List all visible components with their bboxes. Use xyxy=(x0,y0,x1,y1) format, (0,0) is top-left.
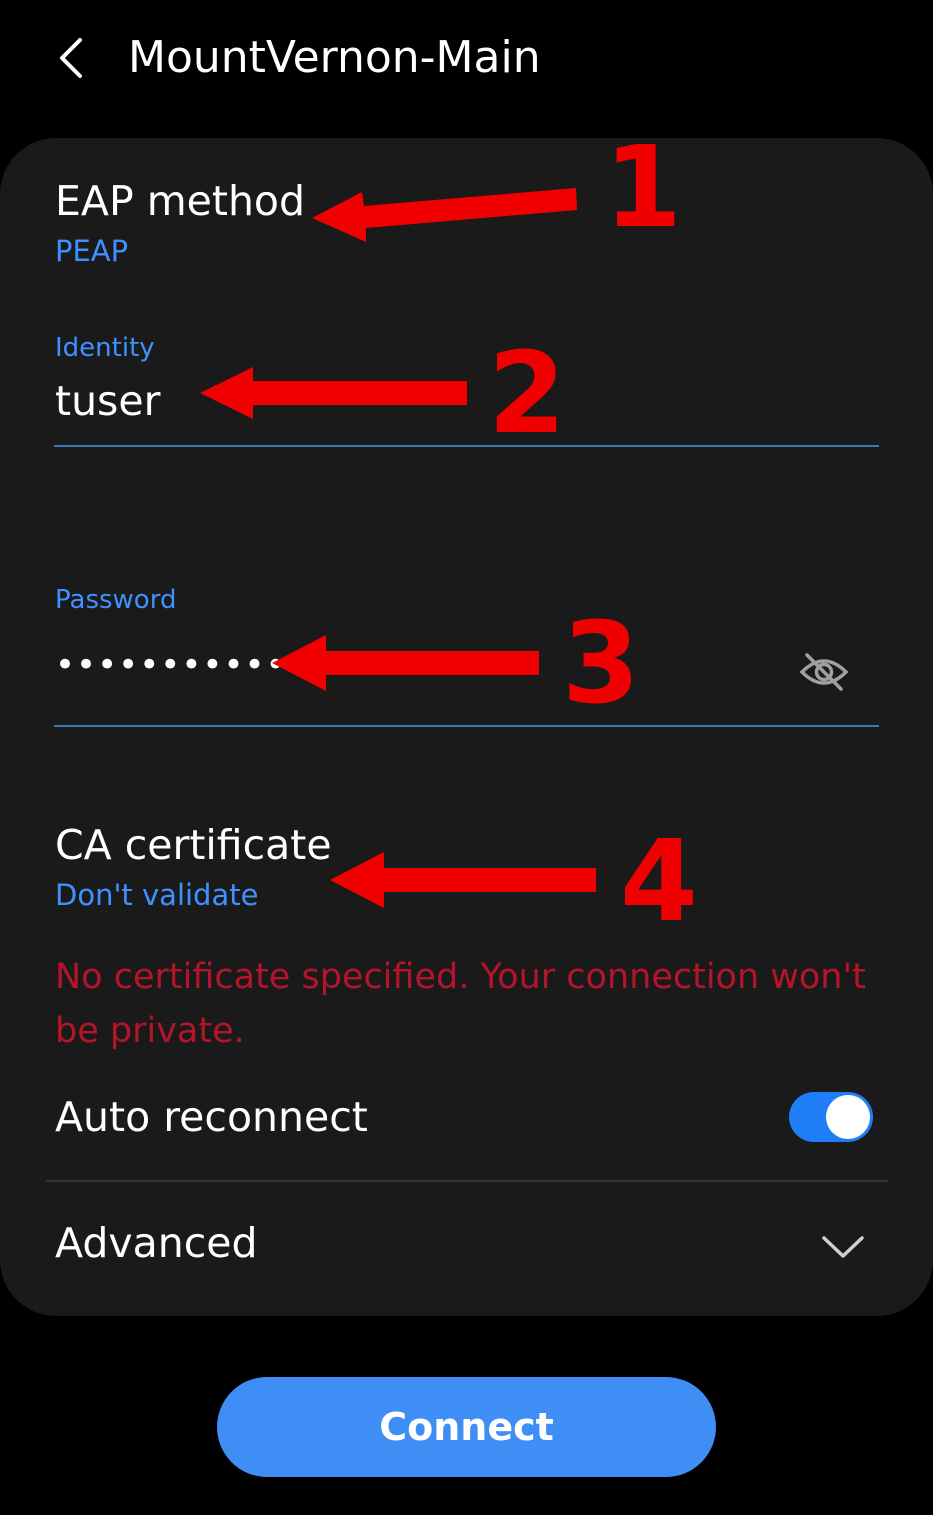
certificate-warning: No certificate specified. Your connectio… xyxy=(55,957,866,1051)
divider xyxy=(46,1180,888,1182)
identity-label: Identity xyxy=(55,333,155,363)
show-password-button[interactable] xyxy=(798,648,850,696)
header-bar: MountVernon-Main xyxy=(0,0,933,120)
auto-reconnect-toggle[interactable] xyxy=(789,1092,873,1142)
password-label: Password xyxy=(55,585,177,615)
connect-button[interactable]: Connect xyxy=(217,1377,716,1477)
eap-method-value: PEAP xyxy=(55,234,129,268)
identity-underline xyxy=(54,445,879,447)
password-underline xyxy=(54,725,879,727)
chevron-down-icon xyxy=(818,1228,868,1262)
advanced-label: Advanced xyxy=(55,1219,258,1267)
eap-method-title: EAP method xyxy=(55,177,306,225)
chevron-left-icon xyxy=(60,38,82,78)
callout-number-2: 2 xyxy=(488,329,566,459)
ca-certificate-title: CA certificate xyxy=(55,821,332,869)
ca-certificate-value: Don't validate xyxy=(55,878,259,912)
password-field[interactable]: •••••••••••• xyxy=(55,645,308,685)
page-title: MountVernon-Main xyxy=(128,32,541,83)
callout-number-3: 3 xyxy=(562,599,640,729)
back-button[interactable] xyxy=(46,28,98,88)
auto-reconnect-label: Auto reconnect xyxy=(55,1093,368,1141)
callout-number-1: 1 xyxy=(604,123,682,253)
callout-number-4: 4 xyxy=(620,817,698,947)
identity-field[interactable]: tuser xyxy=(55,376,161,426)
eye-slash-icon xyxy=(799,653,849,691)
toggle-knob xyxy=(826,1095,870,1139)
